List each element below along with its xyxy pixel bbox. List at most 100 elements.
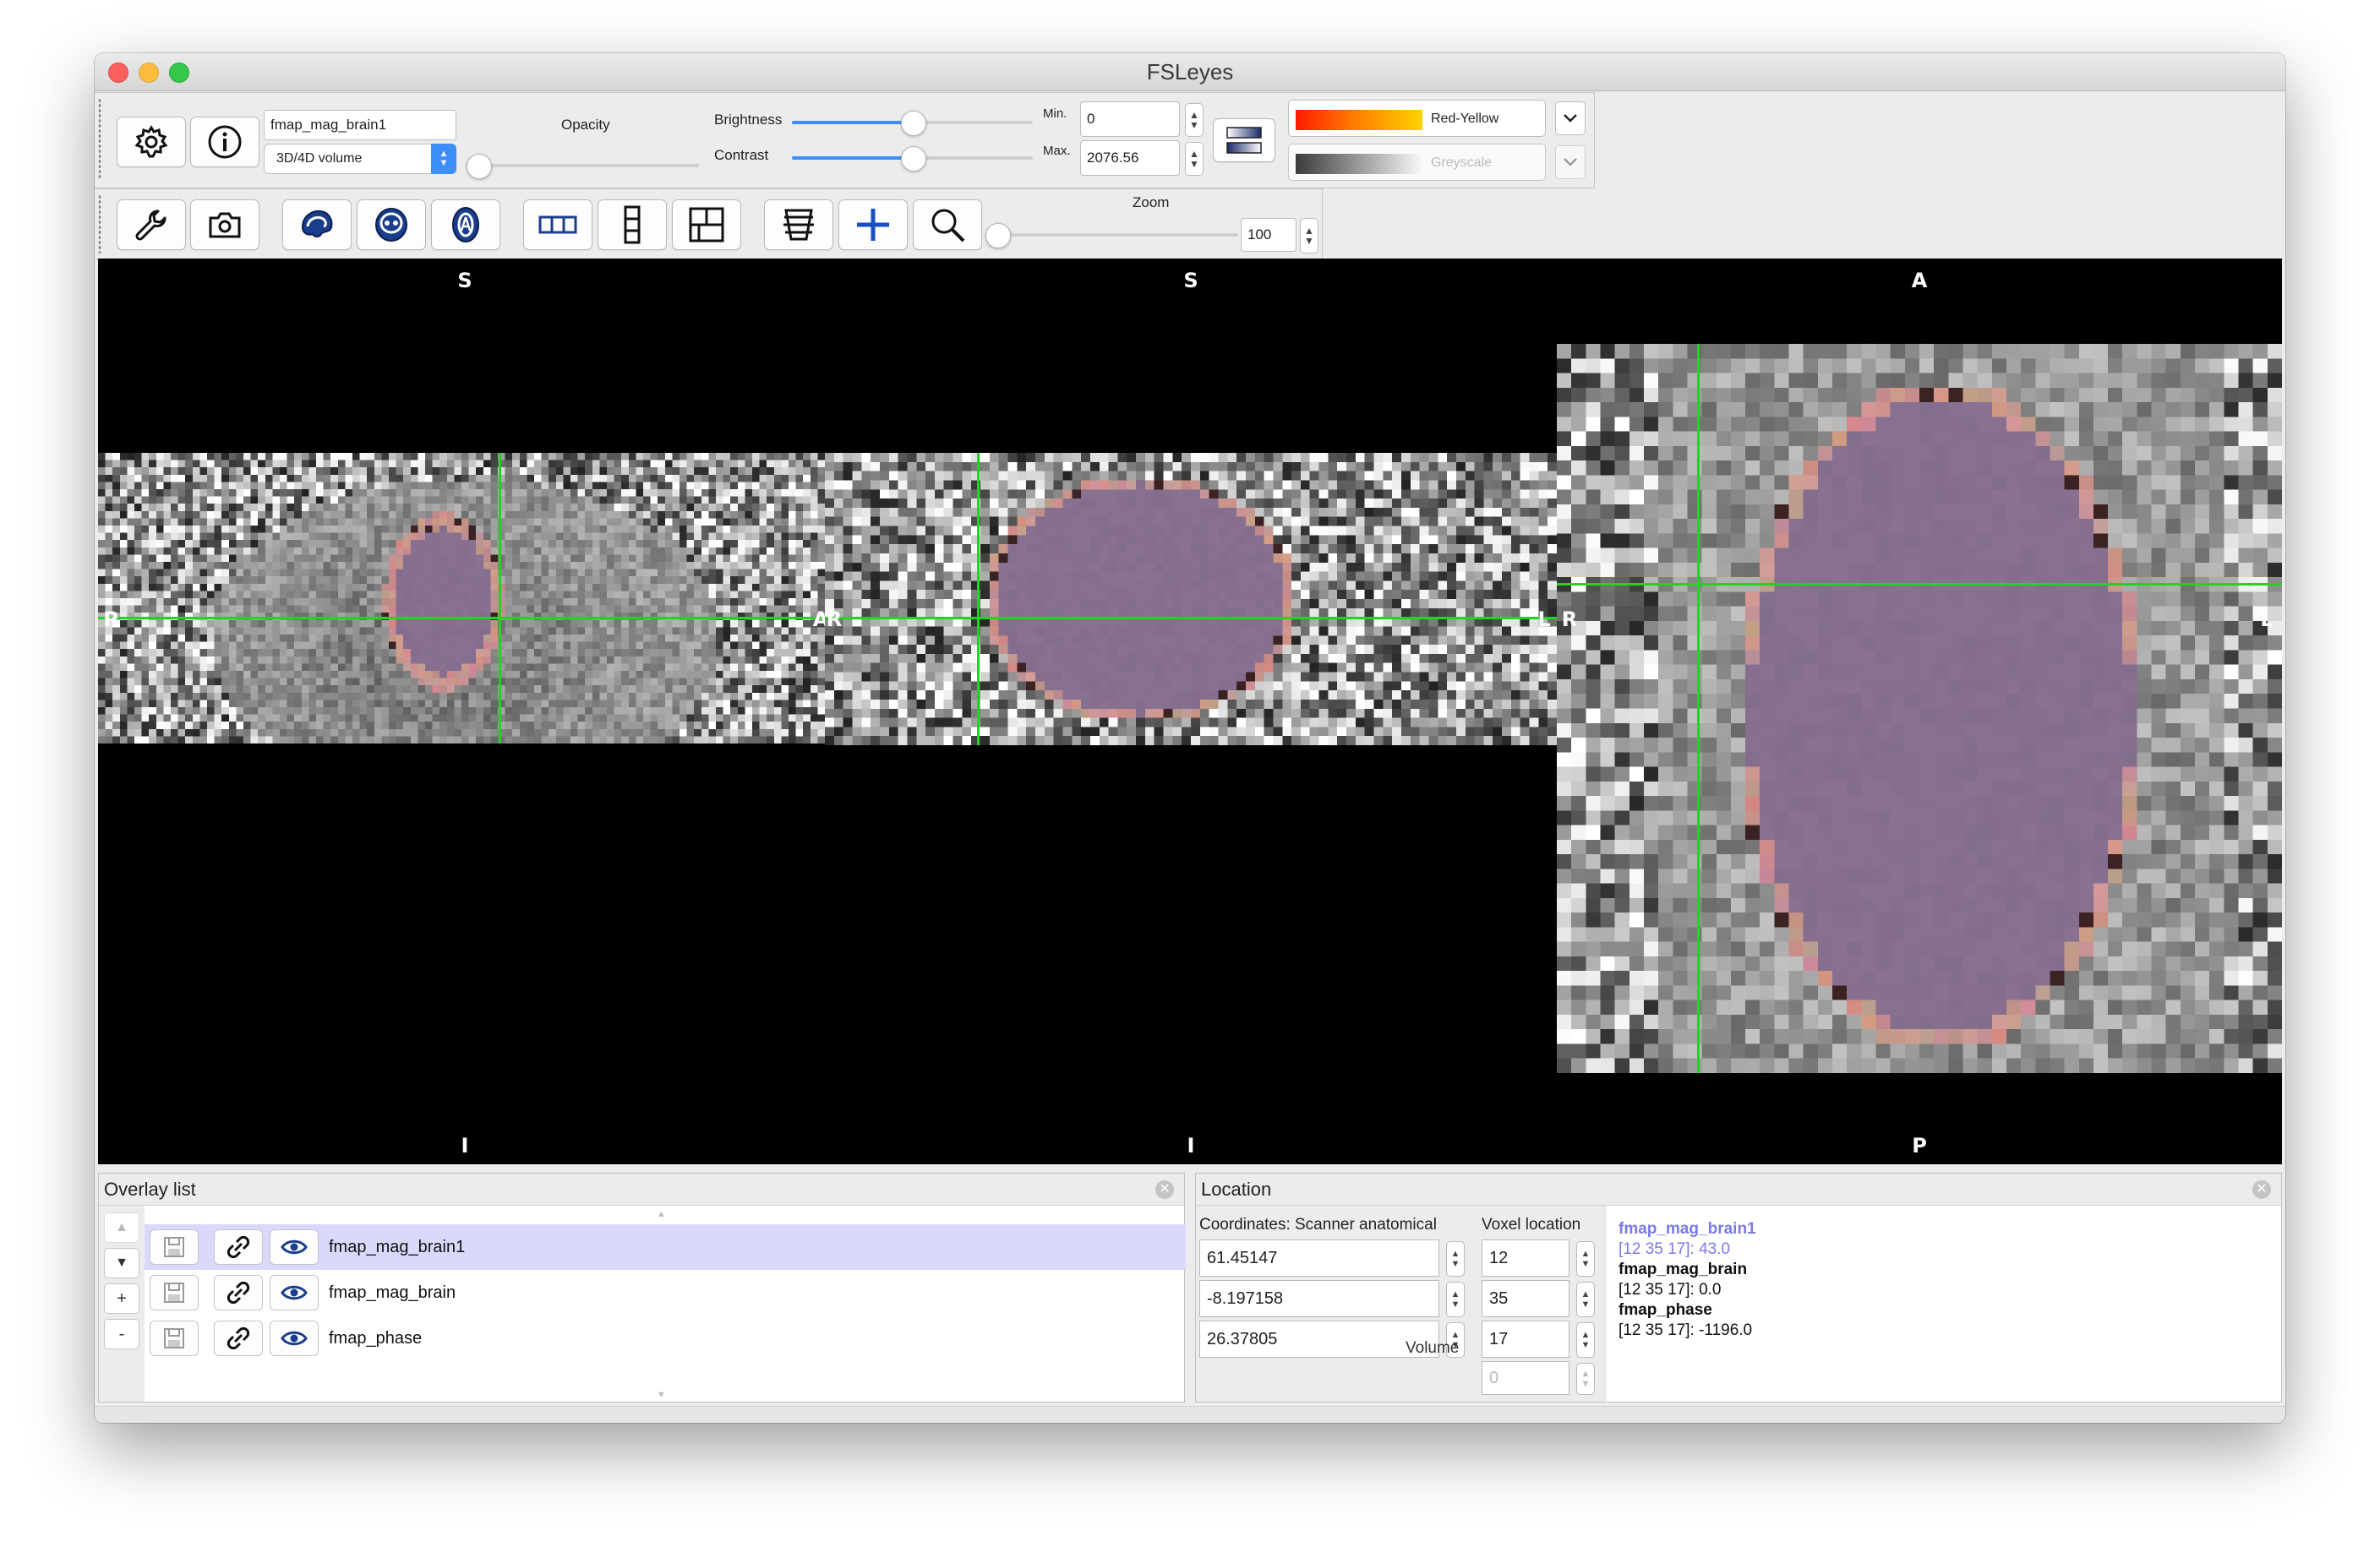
coord-x-spinner[interactable]: ▲ ▼ bbox=[1446, 1241, 1465, 1277]
status-bar bbox=[95, 1406, 2285, 1423]
chevron-down-icon bbox=[1564, 114, 1577, 123]
info-icon bbox=[208, 125, 242, 159]
info-overlay-name: fmap_phase bbox=[1619, 1301, 1712, 1319]
overlay-list-panel: Overlay list ✕ ▲ ▼ + - ▲ ▼ fmap_mag_brai… bbox=[98, 1173, 1186, 1403]
overlay-list-item[interactable]: fmap_mag_brain bbox=[145, 1270, 1186, 1316]
move-up-button[interactable]: ▲ bbox=[104, 1212, 139, 1243]
toggle-coronal-button[interactable] bbox=[357, 199, 426, 250]
coord-y-field[interactable]: -8.197158 bbox=[1199, 1280, 1439, 1317]
axial-canvas[interactable]: A P R L bbox=[1557, 259, 2282, 1164]
max-label: Max. bbox=[1043, 144, 1071, 158]
screenshot-button[interactable] bbox=[190, 199, 259, 250]
location-info: fmap_mag_brain1 [12 35 17]: 43.0 fmap_mag_… bbox=[1619, 1219, 1756, 1341]
voxel-location-label: Voxel location bbox=[1482, 1216, 1581, 1234]
contrast-slider-knob[interactable] bbox=[900, 146, 926, 172]
opacity-slider-knob[interactable] bbox=[466, 154, 492, 179]
zoom-slider-knob[interactable] bbox=[985, 223, 1011, 248]
min-label: Min. bbox=[1043, 106, 1067, 121]
overlay-list-item[interactable]: fmap_mag_brain1 bbox=[145, 1224, 1186, 1270]
list-scroll-down-icon[interactable]: ▼ bbox=[657, 1390, 666, 1400]
secondary-colormap-dropdown[interactable] bbox=[1555, 145, 1586, 179]
save-icon bbox=[164, 1328, 184, 1348]
crosshair-horizontal bbox=[1557, 583, 2282, 586]
contrast-slider-fill bbox=[792, 156, 913, 160]
eye-icon bbox=[281, 1239, 308, 1255]
brightness-label: Brightness bbox=[714, 112, 783, 128]
overlay-name-field[interactable]: fmap_mag_brain1 bbox=[264, 110, 456, 140]
move-down-button[interactable]: ▼ bbox=[104, 1248, 139, 1278]
crosshair-icon bbox=[857, 209, 889, 241]
max-value-spinner[interactable]: ▲ ▼ bbox=[1185, 142, 1204, 176]
min-value-field[interactable]: 0 bbox=[1080, 101, 1180, 137]
orientation-label-right: L bbox=[2260, 607, 2274, 631]
layout-horizontal-button[interactable] bbox=[523, 199, 592, 250]
volume-spinner[interactable]: ▲ ▼ bbox=[1576, 1363, 1595, 1395]
voxel-y-spinner[interactable]: ▲ ▼ bbox=[1576, 1282, 1595, 1317]
link-overlay-button[interactable] bbox=[214, 1321, 263, 1356]
overlay-list-item[interactable]: fmap_phase bbox=[145, 1316, 1186, 1361]
close-panel-icon[interactable]: ✕ bbox=[2252, 1180, 2271, 1199]
voxel-z-field[interactable]: 17 bbox=[1482, 1321, 1569, 1358]
overlay-type-select[interactable]: 3D/4D volume ▲ ▼ bbox=[264, 144, 456, 174]
orientation-label-left: R bbox=[1561, 607, 1578, 631]
visibility-toggle-button[interactable] bbox=[270, 1321, 319, 1356]
crosshair-horizontal bbox=[98, 617, 825, 619]
sagittal-image bbox=[98, 453, 825, 744]
opacity-slider-track[interactable] bbox=[467, 164, 699, 167]
movie-mode-button[interactable] bbox=[764, 199, 833, 250]
close-panel-icon[interactable]: ✕ bbox=[1155, 1180, 1174, 1199]
volume-label: Volume bbox=[1406, 1339, 1460, 1357]
view-settings-button[interactable] bbox=[117, 199, 186, 250]
zoom-slider-track[interactable] bbox=[997, 233, 1238, 237]
crosshair-vertical bbox=[1697, 344, 1700, 1073]
visibility-toggle-button[interactable] bbox=[270, 1275, 319, 1310]
coord-y-spinner[interactable]: ▲ ▼ bbox=[1446, 1282, 1465, 1317]
coord-z-field[interactable]: 26.37805 bbox=[1199, 1321, 1439, 1358]
axial-image bbox=[1557, 344, 2282, 1073]
voxel-x-spinner[interactable]: ▲ ▼ bbox=[1576, 1241, 1595, 1277]
ortho-viewport[interactable]: S I P A S I R L A P R L bbox=[98, 259, 2282, 1164]
primary-colormap-dropdown[interactable] bbox=[1555, 101, 1586, 135]
layout-vertical-button[interactable] bbox=[598, 199, 667, 250]
overlay-info-button[interactable] bbox=[190, 117, 259, 167]
save-overlay-button[interactable] bbox=[150, 1275, 199, 1310]
layout-grid-button[interactable] bbox=[672, 199, 741, 250]
primary-colormap-select[interactable]: Red-Yellow bbox=[1288, 100, 1546, 137]
save-overlay-button[interactable] bbox=[150, 1229, 199, 1265]
title-bar: FSLeyes bbox=[95, 53, 2285, 91]
voxel-y-field[interactable]: 35 bbox=[1482, 1280, 1569, 1317]
list-scroll-up-icon[interactable]: ▲ bbox=[657, 1209, 666, 1219]
reset-zoom-button[interactable] bbox=[913, 199, 982, 250]
toggle-crosshair-button[interactable] bbox=[838, 199, 908, 250]
voxel-z-spinner[interactable]: ▲ ▼ bbox=[1576, 1322, 1595, 1358]
link-overlay-button[interactable] bbox=[214, 1275, 263, 1310]
remove-overlay-button[interactable]: - bbox=[104, 1319, 139, 1349]
coord-x-field[interactable]: 61.45147 bbox=[1199, 1239, 1439, 1277]
save-overlay-button[interactable] bbox=[150, 1321, 199, 1356]
orientation-label-left: R bbox=[826, 607, 843, 631]
toggle-sagittal-button[interactable] bbox=[282, 199, 352, 250]
toggle-axial-button[interactable] bbox=[431, 199, 500, 250]
invert-colormap-button[interactable] bbox=[1213, 118, 1275, 162]
secondary-colormap-select[interactable]: Greyscale bbox=[1288, 144, 1546, 181]
min-value-spinner[interactable]: ▲ ▼ bbox=[1185, 103, 1204, 137]
save-icon bbox=[164, 1283, 184, 1303]
add-overlay-button[interactable]: + bbox=[104, 1283, 139, 1314]
max-value-field[interactable]: 2076.56 bbox=[1080, 140, 1180, 176]
settings-button[interactable] bbox=[117, 117, 186, 167]
link-overlay-button[interactable] bbox=[214, 1229, 263, 1265]
brightness-slider-knob[interactable] bbox=[900, 111, 926, 136]
zoom-value-spinner[interactable]: ▲ ▼ bbox=[1300, 218, 1318, 253]
toolbar-grip[interactable] bbox=[98, 98, 101, 179]
select-arrows-icon: ▲ ▼ bbox=[431, 144, 456, 174]
coronal-canvas[interactable]: S I R L bbox=[825, 259, 1557, 1164]
zoom-value-field[interactable]: 100 bbox=[1241, 218, 1296, 252]
sagittal-canvas[interactable]: S I P A bbox=[98, 259, 825, 1164]
coronal-icon bbox=[375, 208, 407, 242]
info-overlay-value: [12 35 17]: 0.0 bbox=[1619, 1281, 1722, 1299]
voxel-x-field[interactable]: 12 bbox=[1482, 1239, 1569, 1277]
visibility-toggle-button[interactable] bbox=[270, 1229, 319, 1265]
volume-field[interactable]: 0 bbox=[1482, 1361, 1569, 1395]
chevron-down-icon bbox=[1564, 158, 1577, 166]
toolbar-grip[interactable] bbox=[98, 194, 101, 253]
